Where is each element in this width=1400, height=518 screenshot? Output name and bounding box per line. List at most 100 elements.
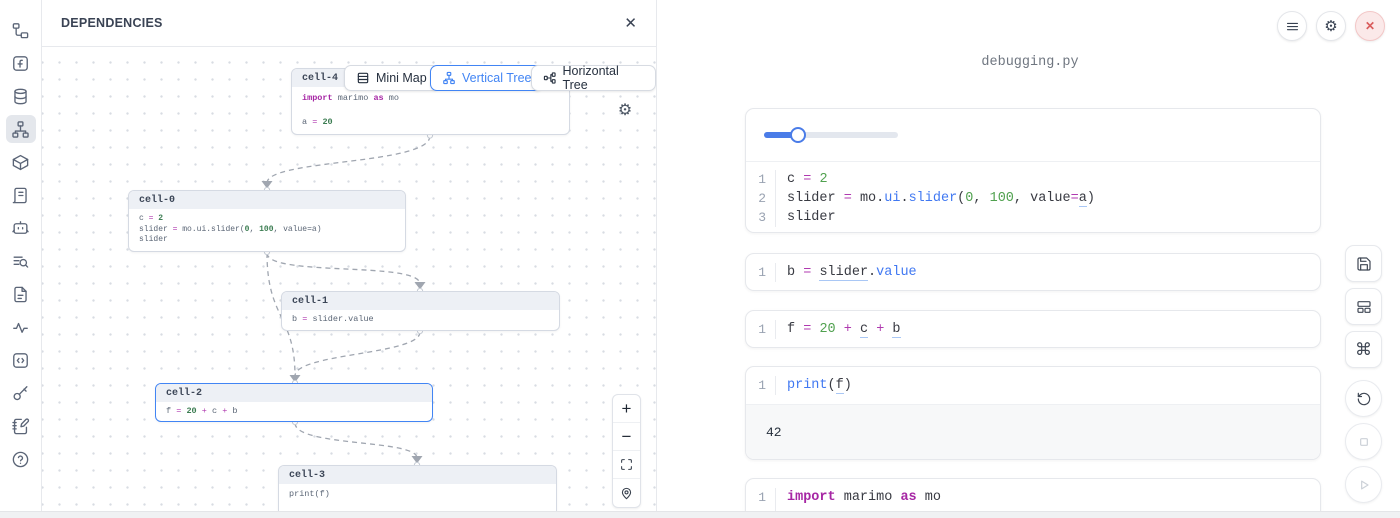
notebook-settings-button[interactable]: ⚙ <box>1316 11 1346 41</box>
horizontal-scrollbar[interactable] <box>0 511 1400 518</box>
activity-pulse-icon[interactable] <box>6 313 36 341</box>
code-line[interactable]: slider <box>776 208 836 227</box>
cell-output-area <box>746 109 1320 161</box>
node-title: cell-3 <box>279 466 556 484</box>
stop-icon <box>1356 434 1372 450</box>
vertical-tree-button[interactable]: Vertical Tree <box>430 65 543 91</box>
cell-editor[interactable]: 1c = 2 2slider = mo.ui.slider(0, 100, va… <box>746 162 1320 233</box>
code-line[interactable]: c = 2 <box>776 170 828 189</box>
node-code-line <box>302 104 559 116</box>
layout-panels-icon <box>1356 299 1372 315</box>
zoom-out-button[interactable]: − <box>613 423 640 451</box>
node-code-line: print(f) <box>289 488 546 500</box>
play-icon <box>1356 477 1372 493</box>
database-icon[interactable] <box>6 82 36 110</box>
activity-bar <box>0 0 42 511</box>
node-title: cell-2 <box>156 384 432 402</box>
chat-bot-icon[interactable] <box>6 214 36 242</box>
graph-node-cell-3[interactable]: cell-3 print(f) <box>278 465 557 511</box>
graph-node-cell-1[interactable]: cell-1 b = slider.value <box>281 291 560 331</box>
key-icon[interactable] <box>6 379 36 407</box>
cell-console-output: 42 <box>746 405 1320 460</box>
help-circle-icon[interactable] <box>6 445 36 473</box>
graph-node-cell-0[interactable]: cell-0 c = 2 slider = mo.ui.slider(0, 10… <box>128 190 406 252</box>
menu-icon <box>1285 19 1300 34</box>
code-line[interactable]: b = slider.value <box>776 263 917 282</box>
node-code-line: f = 20 + c + b <box>166 405 422 417</box>
dependency-graph-icon[interactable] <box>6 115 36 143</box>
node-code-line: c = 2 <box>139 214 395 225</box>
line-number: 1 <box>746 170 776 189</box>
code-line[interactable]: print(f) <box>776 376 852 395</box>
stop-button[interactable] <box>1345 423 1382 460</box>
layout-button[interactable] <box>1345 288 1382 325</box>
notebook-cell-print: 1print(f) 42 <box>745 366 1321 460</box>
fullscreen-icon <box>620 458 633 471</box>
horizontal-tree-button[interactable]: Horizontal Tree <box>531 65 656 91</box>
notebook-cell-f: 1f = 20 + c + b <box>745 310 1321 348</box>
close-panel-icon[interactable]: ✕ <box>624 16 637 31</box>
command-palette-button[interactable]: ⌘ <box>1345 331 1382 368</box>
notebook-filename: debugging.py <box>981 55 1078 70</box>
node-title: cell-0 <box>129 191 405 209</box>
graph-canvas[interactable]: cell-4 import marimo as mo a = 20 cell-0… <box>42 47 656 511</box>
node-title: cell-1 <box>282 292 559 310</box>
save-button[interactable] <box>1345 245 1382 282</box>
graph-settings-gear-icon[interactable]: ⚙ <box>613 98 637 122</box>
dependencies-header: DEPENDENCIES ✕ <box>42 0 656 47</box>
graph-zoom-controls: + − <box>612 394 641 508</box>
line-number: 1 <box>746 376 776 395</box>
node-code-line: slider <box>139 235 395 246</box>
fit-view-button[interactable] <box>613 451 640 479</box>
code-square-icon[interactable] <box>6 346 36 374</box>
function-square-icon[interactable] <box>6 49 36 77</box>
node-code-line: slider = mo.ui.slider(0, 100, value=a) <box>139 225 395 236</box>
vertical-tree-icon <box>442 71 456 85</box>
node-code-line: a = 20 <box>302 116 559 128</box>
line-number: 1 <box>746 320 776 339</box>
rows-icon <box>356 71 370 85</box>
graph-node-cell-2[interactable]: cell-2 f = 20 + c + b <box>155 383 433 422</box>
horizontal-tree-icon <box>543 71 556 85</box>
notebook-cell-b: 1b = slider.value <box>745 253 1321 291</box>
slider-thumb[interactable] <box>790 127 806 143</box>
code-line[interactable]: slider = mo.ui.slider(0, 100, value=a) <box>776 189 1095 208</box>
notebook-pen-icon[interactable] <box>6 412 36 440</box>
notebook-cell-slider: 1c = 2 2slider = mo.ui.slider(0, 100, va… <box>745 108 1321 233</box>
notebook-area: debugging.py ⚙ ✕ 1c = 2 2slider = mo.ui.… <box>658 0 1400 511</box>
line-number: 1 <box>746 263 776 282</box>
code-line[interactable]: f = 20 + c + b <box>776 320 901 339</box>
command-icon: ⌘ <box>1355 340 1372 360</box>
zoom-in-button[interactable]: + <box>613 395 640 423</box>
document-icon[interactable] <box>6 280 36 308</box>
undo-button[interactable] <box>1345 380 1382 417</box>
code-line[interactable]: import marimo as mo <box>776 488 941 507</box>
file-tree-icon[interactable] <box>6 16 36 44</box>
cell-editor[interactable]: 1print(f) <box>746 367 1320 404</box>
line-number: 3 <box>746 208 776 227</box>
shutdown-button[interactable]: ✕ <box>1355 11 1385 41</box>
marimo-app: DEPENDENCIES ✕ <box>0 0 1400 518</box>
scroll-logs-icon[interactable] <box>6 181 36 209</box>
node-code-line: import marimo as mo <box>302 92 559 104</box>
panel-title: DEPENDENCIES <box>61 16 163 30</box>
run-button[interactable] <box>1345 466 1382 503</box>
vertical-tree-label: Vertical Tree <box>462 71 531 85</box>
package-box-icon[interactable] <box>6 148 36 176</box>
cell-editor[interactable]: 1f = 20 + c + b <box>746 311 1320 348</box>
line-number: 1 <box>746 488 776 507</box>
line-number: 2 <box>746 189 776 208</box>
map-pin-icon <box>620 487 633 500</box>
undo-icon <box>1356 391 1372 407</box>
cell-editor[interactable]: 1b = slider.value <box>746 254 1320 291</box>
search-list-icon[interactable] <box>6 247 36 275</box>
notebook-menu-button[interactable] <box>1277 11 1307 41</box>
locate-pin-button[interactable] <box>613 479 640 507</box>
mini-map-label: Mini Map <box>376 71 427 85</box>
save-icon <box>1356 256 1372 272</box>
node-code-line: b = slider.value <box>292 313 549 325</box>
mini-map-button[interactable]: Mini Map <box>344 65 439 91</box>
dependencies-panel: DEPENDENCIES ✕ <box>42 0 657 511</box>
slider-widget[interactable] <box>764 127 898 143</box>
horizontal-tree-label: Horizontal Tree <box>562 64 644 92</box>
